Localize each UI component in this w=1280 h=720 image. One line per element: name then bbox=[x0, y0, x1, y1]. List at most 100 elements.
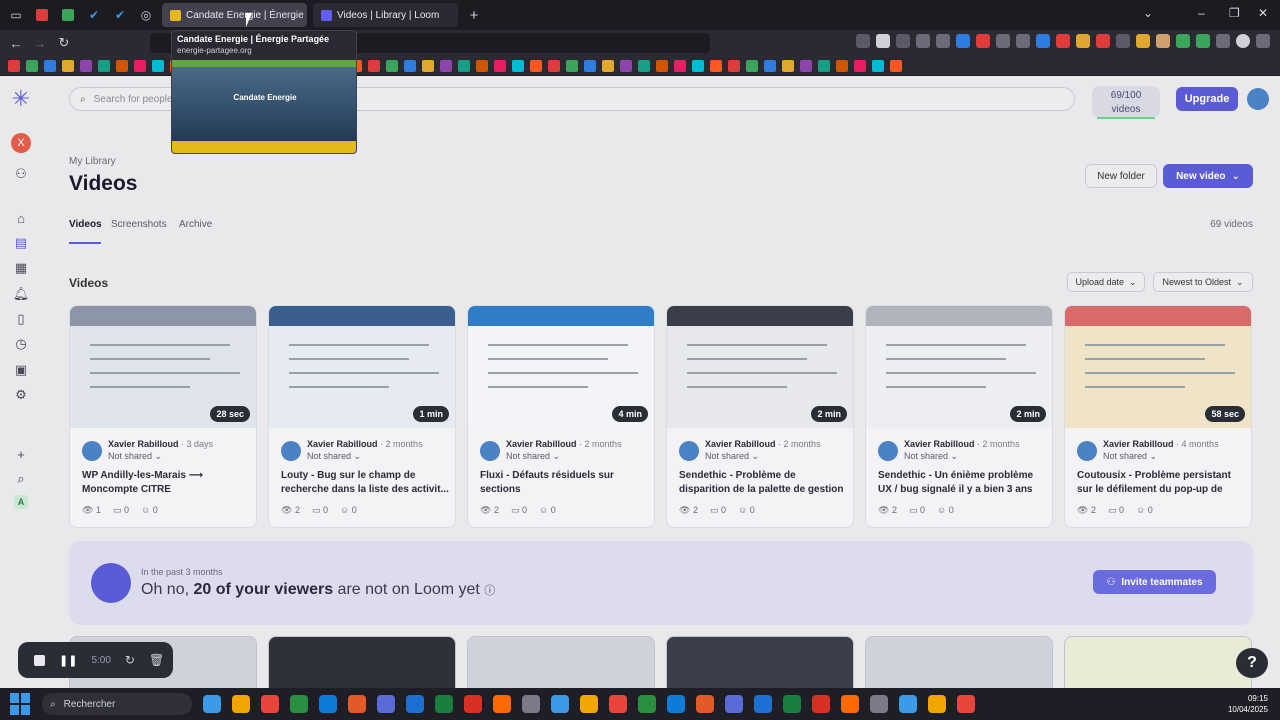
bookmark-icon[interactable] bbox=[710, 59, 722, 72]
taskbar-app-icon[interactable] bbox=[899, 695, 917, 713]
bookmark-icon[interactable] bbox=[584, 59, 596, 72]
taskbar-app-icon[interactable] bbox=[667, 695, 685, 713]
extensions-puzzle-icon[interactable] bbox=[1216, 34, 1230, 48]
share-status[interactable]: Not shared ⌄ bbox=[904, 451, 958, 462]
breadcrumb[interactable]: My Library bbox=[69, 156, 116, 167]
forward-icon[interactable]: → bbox=[28, 31, 52, 55]
video-card[interactable]: 28 sec Xavier Rabilloud · 3 days Not share… bbox=[69, 305, 257, 528]
bookmark-icon[interactable] bbox=[620, 59, 632, 72]
bookmark-icon[interactable] bbox=[8, 59, 20, 72]
video-card-partial[interactable] bbox=[268, 636, 456, 688]
bookmark-icon[interactable] bbox=[80, 59, 92, 72]
video-title[interactable]: WP Andilly-les-Marais ⟶ Moncompte CITRE bbox=[82, 469, 250, 497]
bookmark-icon[interactable] bbox=[116, 59, 128, 72]
tab-candate-energie[interactable]: Candate Energie | Énergie Partagée bbox=[162, 3, 307, 27]
taskbar-app-icon[interactable] bbox=[812, 695, 830, 713]
user-avatar[interactable] bbox=[1247, 88, 1269, 110]
share-status[interactable]: Not shared ⌄ bbox=[1103, 451, 1157, 462]
bookmark-icon[interactable] bbox=[404, 59, 416, 72]
list-all-tabs-icon[interactable]: ⌄ bbox=[1143, 6, 1153, 20]
video-card-partial[interactable] bbox=[666, 636, 854, 688]
bookmark-icon[interactable] bbox=[782, 59, 794, 72]
home-icon[interactable]: ⌂ bbox=[12, 209, 30, 227]
taskbar-app-icon[interactable] bbox=[638, 695, 656, 713]
video-card-partial[interactable] bbox=[1064, 636, 1252, 688]
video-title[interactable]: Sendethic - Problème de disparition de l… bbox=[679, 469, 847, 497]
video-card[interactable]: 1 min Xavier Rabilloud · 2 months Not shar… bbox=[268, 305, 456, 528]
tab-loom-videos[interactable]: Videos | Library | Loom bbox=[313, 3, 458, 27]
bookmark-icon[interactable] bbox=[566, 59, 578, 72]
system-clock[interactable]: 09:15 10/04/2025 bbox=[1228, 693, 1268, 715]
close-window-icon[interactable]: ✕ bbox=[1258, 6, 1268, 20]
new-video-button[interactable]: New video ⌄ bbox=[1163, 164, 1253, 188]
menu-icon[interactable] bbox=[1256, 34, 1270, 48]
share-status[interactable]: Not shared ⌄ bbox=[705, 451, 759, 462]
share-status[interactable]: Not shared ⌄ bbox=[307, 451, 361, 462]
help-button[interactable]: ? bbox=[1236, 648, 1268, 678]
bookmark-icon[interactable] bbox=[530, 59, 542, 72]
taskbar-app-icon[interactable] bbox=[290, 695, 308, 713]
windows-start-icon[interactable] bbox=[10, 693, 32, 715]
video-title[interactable]: Coutousix - Problème persistant sur le d… bbox=[1077, 469, 1245, 497]
bookmark-icon[interactable] bbox=[728, 59, 740, 72]
bookmark-icon[interactable] bbox=[62, 59, 74, 72]
workspace-avatar[interactable]: X bbox=[11, 133, 31, 153]
taskbar-app-icon[interactable] bbox=[696, 695, 714, 713]
taskbar-app-icon[interactable] bbox=[957, 695, 975, 713]
extension-6-icon[interactable] bbox=[1076, 34, 1090, 48]
minimize-icon[interactable]: – bbox=[1198, 6, 1205, 20]
taskbar-app-icon[interactable] bbox=[928, 695, 946, 713]
pinned-tab-red-icon[interactable] bbox=[32, 5, 52, 25]
taskbar-app-icon[interactable] bbox=[870, 695, 888, 713]
bookmark-icon[interactable] bbox=[422, 59, 434, 72]
extension-4-icon[interactable] bbox=[1036, 34, 1050, 48]
bookmark-icon[interactable] bbox=[818, 59, 830, 72]
taskbar-app-icon[interactable] bbox=[464, 695, 482, 713]
bookmark-icon[interactable] bbox=[800, 59, 812, 72]
extension-3-icon[interactable] bbox=[996, 34, 1010, 48]
stop-recording-icon[interactable] bbox=[34, 654, 45, 666]
video-card[interactable]: 4 min Xavier Rabilloud · 2 months Not shar… bbox=[467, 305, 655, 528]
extension-1-icon[interactable] bbox=[956, 34, 970, 48]
translate-icon[interactable] bbox=[856, 34, 870, 48]
tab-overview-icon[interactable]: ▭ bbox=[6, 5, 26, 25]
bookmark-icon[interactable] bbox=[512, 59, 524, 72]
bookmark-icon[interactable] bbox=[656, 59, 668, 72]
reload-icon[interactable]: ↻ bbox=[52, 31, 76, 55]
pinned-tab-green-icon[interactable] bbox=[58, 5, 78, 25]
video-card-partial[interactable] bbox=[865, 636, 1053, 688]
video-quota-badge[interactable]: 69/100 videos bbox=[1092, 86, 1160, 118]
taskbar-app-icon[interactable] bbox=[522, 695, 540, 713]
library-icon[interactable]: ▤ bbox=[12, 234, 30, 252]
plus-icon[interactable]: + bbox=[12, 445, 30, 463]
taskbar-search[interactable]: ⌕ Rechercher bbox=[42, 693, 192, 715]
workspace-a-avatar[interactable]: A bbox=[14, 495, 28, 509]
trash-icon[interactable]: 🗑︎ bbox=[149, 653, 164, 667]
taskbar-app-icon[interactable] bbox=[580, 695, 598, 713]
video-thumbnail[interactable]: 58 sec bbox=[1065, 306, 1251, 428]
bookmark-icon[interactable] bbox=[26, 59, 38, 72]
taskbar-app-icon[interactable] bbox=[783, 695, 801, 713]
search-icon[interactable]: ⌕ bbox=[12, 470, 30, 488]
video-thumbnail[interactable]: 28 sec bbox=[70, 306, 256, 428]
gear-icon[interactable]: ⚙ bbox=[12, 386, 30, 404]
bookmark-icon[interactable] bbox=[494, 59, 506, 72]
bookmark-icon[interactable] bbox=[368, 59, 380, 72]
add-user-icon[interactable]: ⚇ bbox=[12, 165, 30, 183]
video-card[interactable]: 2 min Xavier Rabilloud · 2 months Not shar… bbox=[865, 305, 1053, 528]
taskbar-app-icon[interactable] bbox=[609, 695, 627, 713]
video-title[interactable]: Louty - Bug sur le champ de recherche da… bbox=[281, 469, 449, 497]
extension-10-icon[interactable] bbox=[1176, 34, 1190, 48]
bookmark-icon[interactable] bbox=[44, 59, 56, 72]
extension-9-icon[interactable] bbox=[1156, 34, 1170, 48]
taskbar-app-icon[interactable] bbox=[841, 695, 859, 713]
lock-icon[interactable] bbox=[1016, 34, 1030, 48]
taskbar-app-icon[interactable] bbox=[406, 695, 424, 713]
account-icon[interactable] bbox=[1236, 34, 1250, 48]
share-status[interactable]: Not shared ⌄ bbox=[506, 451, 560, 462]
reader-icon[interactable] bbox=[876, 34, 890, 48]
taskbar-app-icon[interactable] bbox=[348, 695, 366, 713]
restart-icon[interactable]: ↻ bbox=[125, 653, 135, 667]
bookmark-icon[interactable] bbox=[152, 59, 164, 72]
video-card[interactable]: 2 min Xavier Rabilloud · 2 months Not shar… bbox=[666, 305, 854, 528]
